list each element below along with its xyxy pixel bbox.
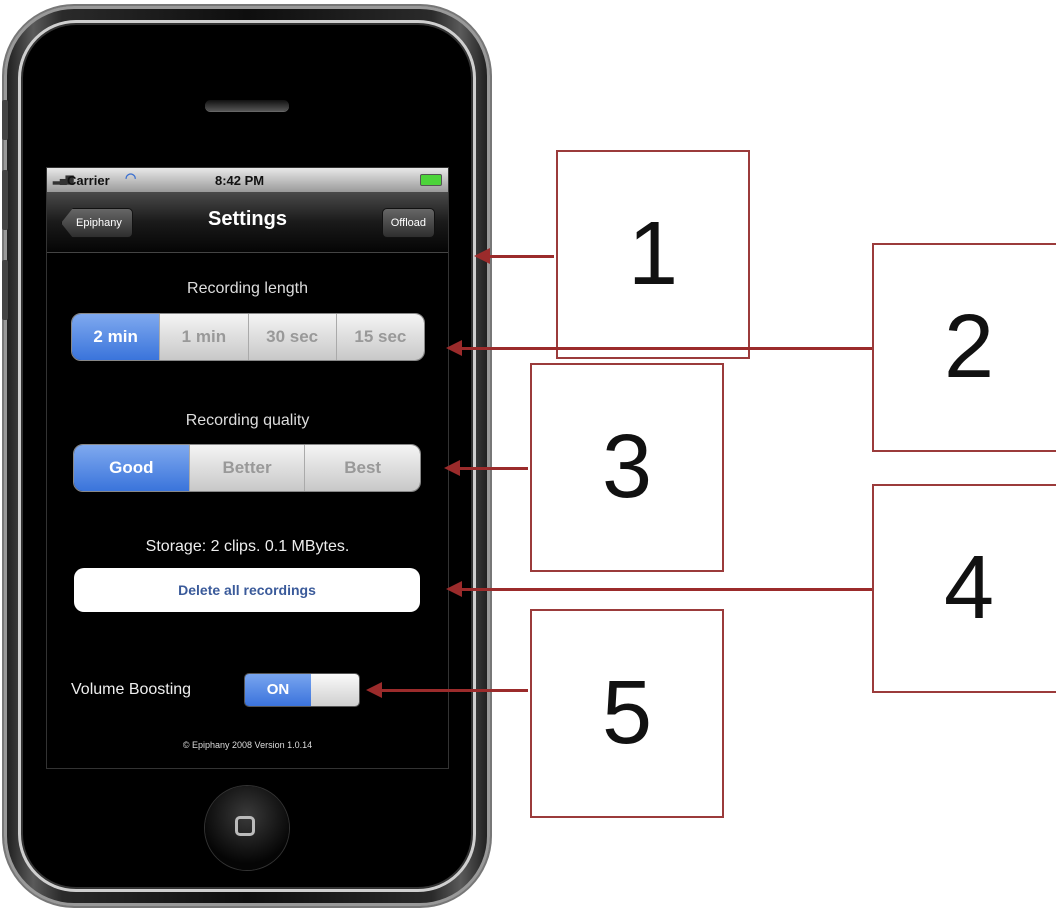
recording-length-control: 2 min 1 min 30 sec 15 sec (71, 313, 425, 361)
status-time: 8:42 PM (215, 173, 265, 188)
callout-arrow-5 (366, 682, 528, 698)
toggle-on-label: ON (245, 674, 311, 706)
status-bar: ▂▄▆ Carrier ◠ 8:42 PM (47, 168, 448, 192)
segment-better[interactable]: Better (188, 445, 305, 491)
segment-1-min[interactable]: 1 min (159, 314, 248, 360)
callout-arrow-3 (444, 460, 528, 476)
battery-icon (420, 174, 442, 186)
storage-info: Storage: 2 clips. 0.1 MBytes. (145, 538, 350, 555)
volume-boosting-toggle[interactable]: ON (244, 673, 360, 707)
recording-quality-control: Good Better Best (73, 444, 421, 492)
segment-2-min[interactable]: 2 min (72, 314, 160, 360)
segment-15-sec[interactable]: 15 sec (335, 314, 424, 360)
version-footer: © Epiphany 2008 Version 1.0.14 (182, 740, 313, 750)
toggle-knob (311, 674, 359, 706)
volume-button (2, 260, 8, 320)
volume-boosting-label: Volume Boosting (71, 681, 192, 698)
callout-arrow-2 (446, 340, 872, 356)
wifi-icon: ◠ (125, 170, 137, 185)
phone-screen: ▂▄▆ Carrier ◠ 8:42 PM Epiphany Settings … (46, 167, 449, 769)
delete-all-recordings-button[interactable]: Delete all recordings (74, 568, 420, 612)
segment-best[interactable]: Best (304, 445, 420, 491)
recording-quality-label: Recording quality (185, 412, 310, 429)
earpiece-speaker (205, 100, 289, 111)
carrier-name: Carrier (67, 173, 110, 188)
callout-box-4: 4 (872, 484, 1056, 693)
mute-switch (2, 100, 8, 140)
offload-button[interactable]: Offload (381, 208, 435, 238)
callout-box-5: 5 (530, 609, 724, 818)
home-button[interactable] (205, 786, 289, 870)
callout-box-2: 2 (872, 243, 1056, 452)
callout-arrow-1 (474, 248, 554, 264)
recording-length-label: Recording length (187, 280, 308, 297)
callout-box-1: 1 (556, 150, 750, 359)
callout-box-3: 3 (530, 363, 724, 572)
volume-button (2, 170, 8, 230)
home-square-icon (235, 816, 255, 836)
segment-30-sec[interactable]: 30 sec (247, 314, 336, 360)
callout-arrow-4 (446, 581, 872, 597)
navigation-bar: Epiphany Settings Offload (47, 192, 448, 253)
segment-good[interactable]: Good (74, 445, 189, 491)
